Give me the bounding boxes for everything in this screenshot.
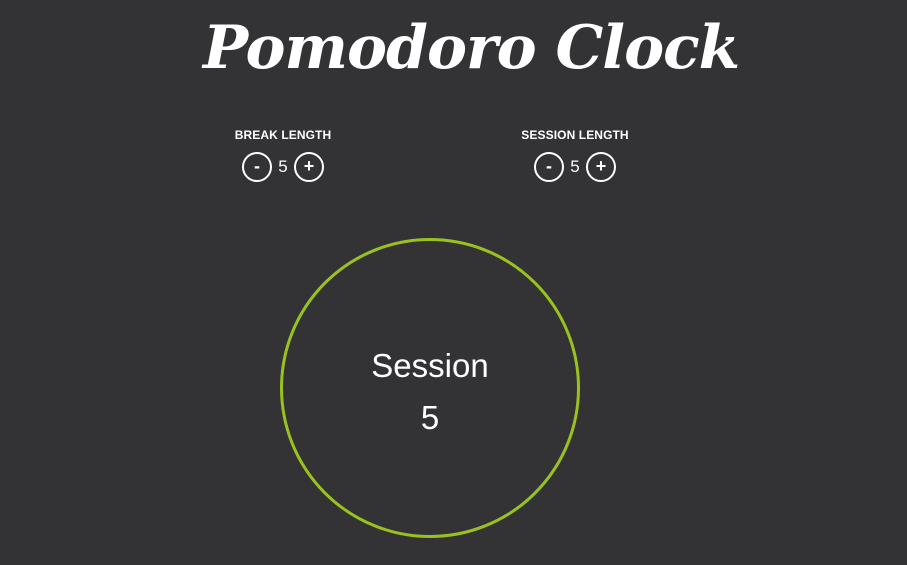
session-decrement-button[interactable]: - [534,152,564,182]
minus-icon: - [546,156,552,176]
break-increment-button[interactable]: + [294,152,324,182]
break-length-control: BREAK LENGTH - 5 + [222,128,344,182]
break-length-stepper: - 5 + [222,152,344,182]
timer-time-display: 5 [420,399,440,436]
app-title: Pomodoro Clock [203,13,740,83]
timer-clock-button[interactable]: Session 5 [280,238,580,538]
minus-icon: - [254,156,260,176]
session-length-label: SESSION LENGTH [521,128,629,142]
plus-icon: + [303,156,315,176]
break-length-value: 5 [278,157,288,176]
session-length-value: 5 [570,157,580,176]
plus-icon: + [595,156,607,176]
break-decrement-button[interactable]: - [242,152,272,182]
timer-mode-label: Session [371,347,489,384]
pomodoro-page: Pomodoro Clock BREAK LENGTH - 5 + SESSIO… [0,0,907,565]
break-length-label: BREAK LENGTH [234,128,332,142]
session-increment-button[interactable]: + [586,152,616,182]
session-length-stepper: - 5 + [508,152,642,182]
session-length-control: SESSION LENGTH - 5 + [508,128,642,182]
